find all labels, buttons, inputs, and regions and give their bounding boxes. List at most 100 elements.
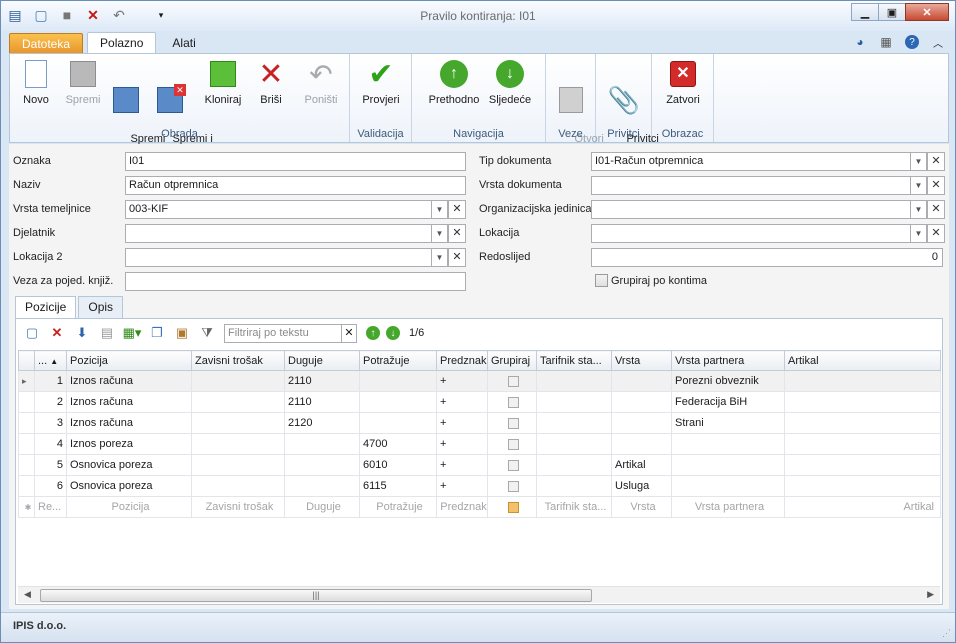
cell-pozicija[interactable]: Osnovica poreza bbox=[66, 475, 192, 497]
collapse-ribbon-icon[interactable]: ︿ bbox=[931, 35, 945, 50]
cell-predznak[interactable]: + bbox=[436, 454, 488, 476]
cell-duguje[interactable]: 2110 bbox=[284, 391, 360, 413]
kloniraj-button[interactable]: Kloniraj bbox=[202, 58, 244, 107]
col-header[interactable]: ... ▲ bbox=[34, 350, 67, 371]
table-row[interactable]: 2 Iznos računa 2110 + Federacija BiH bbox=[18, 391, 941, 413]
cell-partner[interactable] bbox=[671, 475, 785, 497]
col-header[interactable]: Zavisni trošak bbox=[191, 350, 285, 371]
clear-icon[interactable]: ✕ bbox=[448, 248, 466, 267]
cell-predznak[interactable]: + bbox=[436, 433, 488, 455]
prethodno-button[interactable]: ↑ Prethodno bbox=[426, 58, 482, 107]
cell-zavisni[interactable] bbox=[191, 412, 285, 434]
new-row-cell[interactable]: Vrsta partnera bbox=[671, 496, 785, 518]
cell-duguje[interactable]: 2120 bbox=[284, 412, 360, 434]
zatvori-button[interactable]: ✕ Zatvori bbox=[660, 58, 706, 107]
chevron-down-icon[interactable]: ▼ bbox=[432, 224, 448, 243]
row-indicator[interactable] bbox=[18, 454, 35, 476]
lokacija-field[interactable] bbox=[591, 224, 911, 243]
cell-grupiraj[interactable] bbox=[487, 475, 537, 497]
cell-predznak[interactable]: + bbox=[436, 475, 488, 497]
new-row-cell[interactable]: Re... bbox=[34, 496, 67, 518]
chevron-down-icon[interactable]: ▼ bbox=[911, 152, 927, 171]
help-icon[interactable]: ? bbox=[905, 35, 919, 49]
novo-button[interactable]: Novo bbox=[16, 58, 56, 107]
close-button[interactable]: ✕ bbox=[905, 3, 949, 21]
cell-potrazuje[interactable]: 6115 bbox=[359, 475, 437, 497]
cell-potrazuje[interactable]: 6010 bbox=[359, 454, 437, 476]
cell-zavisni[interactable] bbox=[191, 454, 285, 476]
tab-pozicije[interactable]: Pozicije bbox=[15, 296, 77, 319]
cell-tarifnik[interactable] bbox=[536, 391, 612, 413]
cell-vrsta[interactable]: Artikal bbox=[611, 454, 672, 476]
cell-artikal[interactable] bbox=[784, 433, 941, 455]
resize-grip-icon[interactable]: ⋰ bbox=[942, 628, 951, 639]
style-icon[interactable]: ◕ bbox=[853, 35, 867, 49]
cell-duguje[interactable] bbox=[284, 454, 360, 476]
table-row[interactable]: 5 Osnovica poreza 6010 + Artikal bbox=[18, 454, 941, 476]
vrsta-temeljnice-field[interactable]: 003-KIF bbox=[125, 200, 432, 219]
delete-row-icon[interactable]: ✕ bbox=[49, 325, 65, 341]
cell-duguje[interactable] bbox=[284, 475, 360, 497]
cell-tarifnik[interactable] bbox=[536, 454, 612, 476]
row-indicator[interactable] bbox=[18, 433, 35, 455]
veza-field[interactable] bbox=[125, 272, 466, 291]
djelatnik-field[interactable] bbox=[125, 224, 432, 243]
cell-artikal[interactable] bbox=[784, 412, 941, 434]
new-row-icon[interactable]: ▢ bbox=[24, 325, 40, 341]
new-row[interactable]: ✱ Re... Pozicija Zavisni trošak Duguje Potraž… bbox=[18, 496, 941, 518]
cell-number[interactable]: 1 bbox=[34, 370, 67, 392]
cell-number[interactable]: 3 bbox=[34, 412, 67, 434]
cell-pozicija[interactable]: Iznos računa bbox=[66, 370, 192, 392]
tab-datoteka[interactable]: Datoteka bbox=[9, 33, 84, 54]
cell-grupiraj[interactable] bbox=[487, 454, 537, 476]
cell-zavisni[interactable] bbox=[191, 370, 285, 392]
cell-number[interactable]: 6 bbox=[34, 475, 67, 497]
cell-pozicija[interactable]: Osnovica poreza bbox=[66, 454, 192, 476]
table-row[interactable]: 6 Osnovica poreza 6115 + Usluga bbox=[18, 475, 941, 497]
cell-grupiraj[interactable] bbox=[487, 370, 537, 392]
minimize-button[interactable]: ▁ bbox=[851, 3, 879, 21]
clear-icon[interactable]: ✕ bbox=[927, 200, 945, 219]
cell-pozicija[interactable]: Iznos računa bbox=[66, 412, 192, 434]
chevron-down-icon[interactable]: ▼ bbox=[432, 248, 448, 267]
new-row-cell[interactable]: Artikal bbox=[784, 496, 941, 518]
grupiraj-checkbox[interactable] bbox=[508, 438, 519, 450]
new-row-cell[interactable]: Potražuje bbox=[359, 496, 437, 518]
filter-icon[interactable]: ⧩ bbox=[199, 325, 215, 341]
cell-number[interactable]: 5 bbox=[34, 454, 67, 476]
lokacija2-field[interactable] bbox=[125, 248, 432, 267]
row-indicator[interactable]: ▸ bbox=[18, 370, 35, 392]
row-indicator[interactable] bbox=[18, 412, 35, 434]
col-header[interactable]: Pozicija bbox=[66, 350, 192, 371]
clear-icon[interactable]: ✕ bbox=[927, 152, 945, 171]
table-row[interactable]: ▸ 1 Iznos računa 2110 + Porezni obveznik bbox=[18, 370, 941, 392]
copy-icon[interactable]: ❐ bbox=[149, 325, 165, 341]
grupiraj-checkbox[interactable] bbox=[508, 375, 519, 387]
cell-potrazuje[interactable]: 4700 bbox=[359, 433, 437, 455]
cell-number[interactable]: 2 bbox=[34, 391, 67, 413]
grupiraj-checkbox[interactable] bbox=[508, 501, 519, 513]
cell-number[interactable]: 4 bbox=[34, 433, 67, 455]
vrsta-dokumenta-field[interactable] bbox=[591, 176, 911, 195]
cell-vrsta[interactable]: Usluga bbox=[611, 475, 672, 497]
maximize-button[interactable]: ▣ bbox=[878, 3, 906, 21]
cell-tarifnik[interactable] bbox=[536, 433, 612, 455]
chevron-down-icon[interactable]: ▼ bbox=[911, 200, 927, 219]
col-header[interactable]: Predznak bbox=[436, 350, 488, 371]
scroll-right-icon[interactable]: ▶ bbox=[927, 589, 934, 600]
export-icon[interactable]: ▦▾ bbox=[123, 325, 142, 341]
row-indicator[interactable] bbox=[18, 475, 35, 497]
brisi-button[interactable]: ✕ Briši bbox=[254, 58, 288, 107]
cell-partner[interactable]: Porezni obveznik bbox=[671, 370, 785, 392]
cell-artikal[interactable] bbox=[784, 475, 941, 497]
scroll-left-icon[interactable]: ◀ bbox=[24, 589, 31, 600]
provjeri-button[interactable]: ✔ Provjeri bbox=[358, 58, 404, 107]
clear-icon[interactable]: ✕ bbox=[448, 200, 466, 219]
grupiraj-checkbox[interactable] bbox=[508, 480, 519, 492]
horizontal-scrollbar[interactable]: ◀ ||| ▶ bbox=[18, 586, 940, 603]
grupiraj-checkbox[interactable] bbox=[508, 417, 519, 429]
col-header[interactable]: Artikal bbox=[784, 350, 941, 371]
cell-pozicija[interactable]: Iznos poreza bbox=[66, 433, 192, 455]
paste-icon[interactable]: ▣ bbox=[174, 325, 190, 341]
clear-icon[interactable]: ✕ bbox=[927, 224, 945, 243]
